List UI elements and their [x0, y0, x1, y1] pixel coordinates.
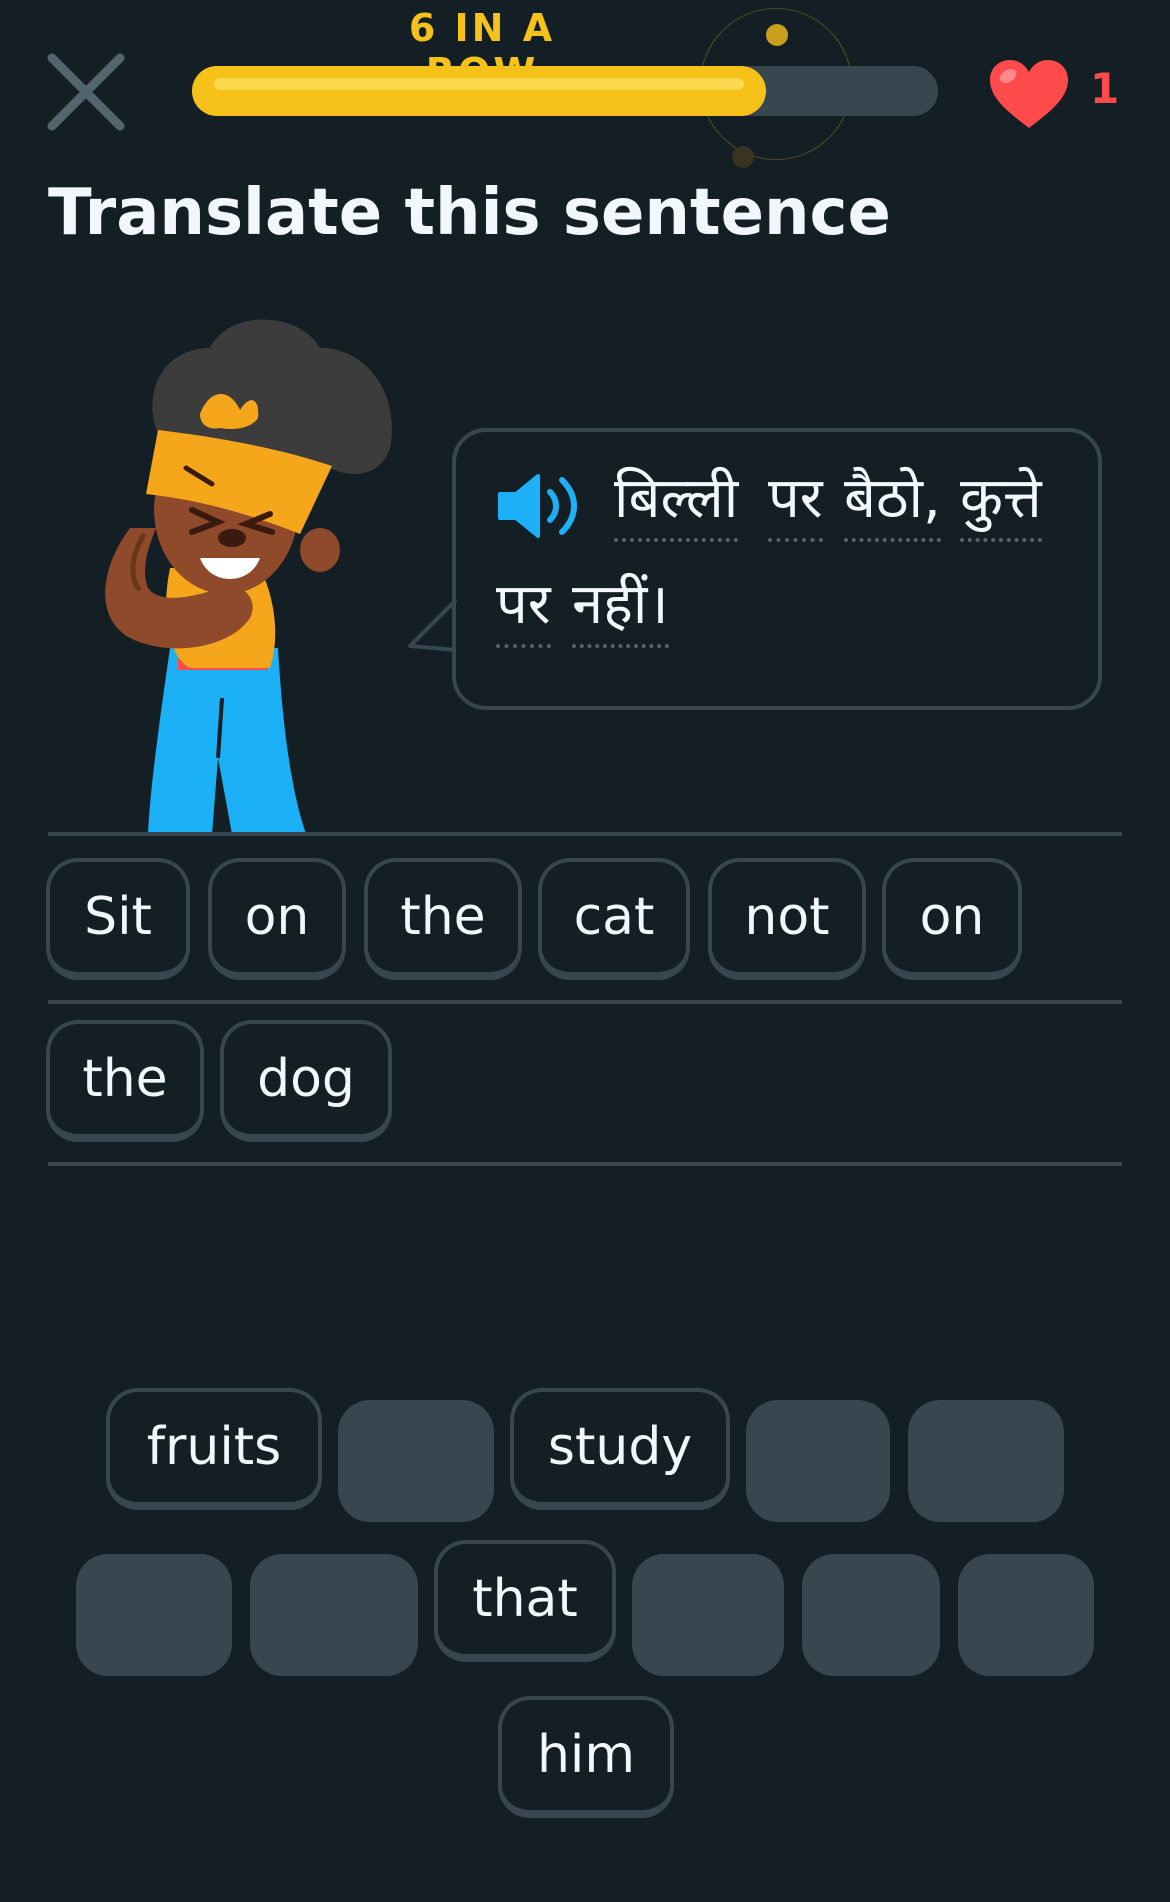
hindi-word[interactable]: कुत्ते [960, 468, 1042, 542]
word-bank-chip[interactable]: him [498, 1696, 674, 1818]
answer-word-chip[interactable]: Sit [46, 858, 190, 980]
hindi-word[interactable]: बिल्ली [614, 468, 739, 542]
progress-fill [192, 66, 766, 116]
answer-word-chip[interactable]: the [46, 1020, 204, 1142]
speaker-icon[interactable] [496, 472, 580, 540]
word-bank-empty-slot [632, 1554, 784, 1676]
word-bank-empty-slot [76, 1554, 232, 1676]
character-illustration [105, 319, 392, 834]
lesson-progress-bar [192, 66, 938, 116]
word-bank-chip[interactable]: fruits [106, 1388, 322, 1510]
word-bank-empty-slot [338, 1400, 494, 1522]
word-bank-empty-slot [908, 1400, 1064, 1522]
answer-word-chip[interactable]: the [364, 858, 522, 980]
sparkle-dot [732, 146, 754, 168]
hindi-word[interactable]: नहीं। [572, 574, 669, 648]
answer-line [48, 832, 1122, 836]
word-bank-empty-slot [958, 1554, 1094, 1676]
hindi-word[interactable]: बैठो, [844, 468, 941, 542]
word-bank-empty-slot [802, 1554, 940, 1676]
answer-word-chip[interactable]: on [208, 858, 346, 980]
hindi-word[interactable]: पर [496, 574, 551, 648]
heart-icon [990, 60, 1068, 128]
progress-shine [214, 78, 744, 90]
hindi-sentence-line-1: बिल्ली पर बैठो, कुत्ते [614, 468, 1084, 564]
sparkle-dot [766, 24, 788, 46]
word-bank-chip[interactable]: that [434, 1540, 616, 1662]
word-bank-chip[interactable]: study [510, 1388, 730, 1510]
answer-word-chip[interactable]: on [882, 858, 1022, 980]
answer-line [48, 1162, 1122, 1166]
word-bank-empty-slot [250, 1554, 418, 1676]
hearts-count: 1 [1090, 64, 1120, 113]
answer-word-chip[interactable]: not [708, 858, 866, 980]
answer-word-chip[interactable]: dog [220, 1020, 392, 1142]
answer-line [48, 1000, 1122, 1004]
answer-word-chip[interactable]: cat [538, 858, 690, 980]
hindi-sentence-line-2: पर नहीं। [496, 574, 796, 670]
word-bank-empty-slot [746, 1400, 890, 1522]
page-title: Translate this sentence [48, 176, 891, 250]
close-icon[interactable] [46, 52, 126, 132]
hindi-word[interactable]: पर [768, 468, 823, 542]
